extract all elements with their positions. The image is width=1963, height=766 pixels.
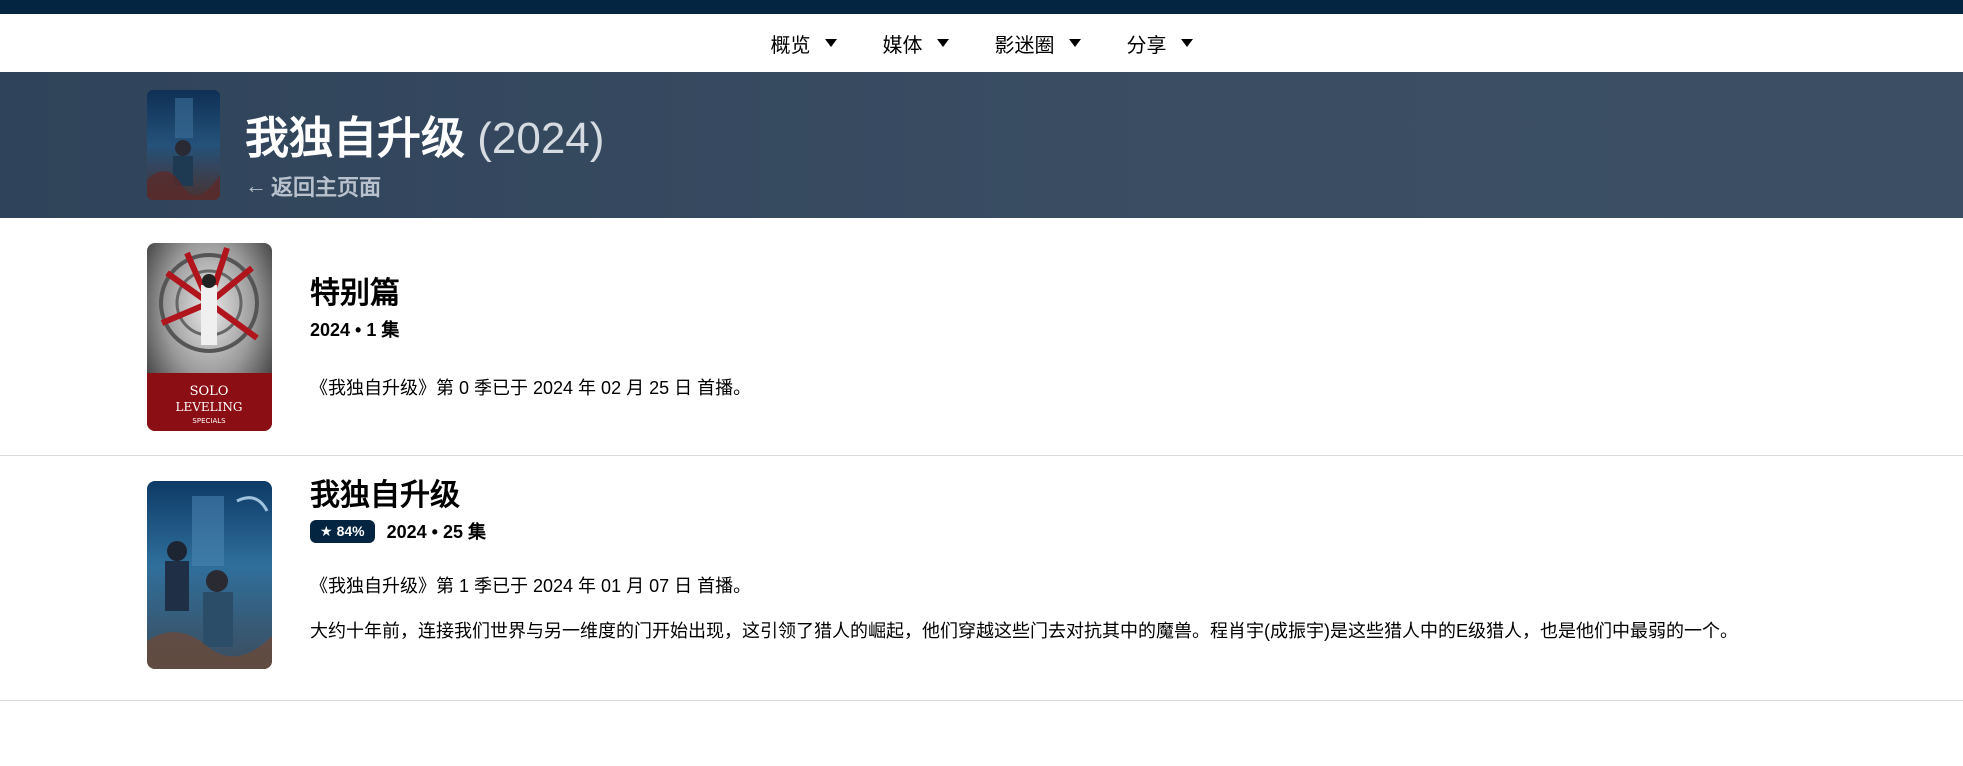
season-year-episodes: 2024 • 25 集	[386, 522, 486, 542]
nav-item-media[interactable]: 媒体	[883, 29, 949, 58]
season-year-episodes: 2024 • 1 集	[310, 320, 400, 340]
caret-down-icon	[1180, 39, 1193, 47]
nav-item-fandom[interactable]: 影迷圈	[995, 29, 1081, 58]
caret-down-icon	[824, 39, 837, 47]
show-title-text: 我独自升级	[245, 114, 465, 163]
back-link-label: 返回主页面	[271, 175, 382, 200]
nav-item-label: 概览	[770, 34, 811, 57]
top-bar	[0, 0, 1963, 14]
season-air-date: 《我独自升级》第 1 季已于 2024 年 01 月 07 日 首播。	[310, 576, 752, 596]
poster-title-line-1: SOLO	[190, 384, 229, 399]
caret-down-icon	[1068, 39, 1081, 47]
season-overview: 大约十年前，连接我们世界与另一维度的门开始出现，这引领了猎人的崛起，他们穿越这些…	[310, 621, 1738, 641]
season-meta: 2024 • 1 集	[310, 316, 751, 342]
season-air-date: 《我独自升级》第 0 季已于 2024 年 02 月 25 日 首播。	[310, 378, 752, 398]
caret-down-icon	[936, 39, 949, 47]
season-title[interactable]: 我独自升级	[310, 478, 1800, 514]
show-title: 我独自升级 (2024)	[245, 102, 604, 166]
back-to-main-link[interactable]: ← 返回主页面	[245, 170, 381, 202]
nav-item-share[interactable]: 分享	[1127, 29, 1193, 58]
arrow-left-icon: ←	[245, 173, 267, 198]
poster-title-line-3: SPECIALS	[192, 417, 226, 425]
nav-item-label: 分享	[1126, 34, 1167, 57]
show-poster-thumbnail[interactable]	[147, 90, 220, 200]
season-poster[interactable]	[147, 481, 272, 669]
show-header: 我独自升级 (2024) ← 返回主页面	[0, 72, 1963, 218]
poster-title-line-2: LEVELING	[176, 400, 243, 414]
rating-badge: ★ 84%	[310, 519, 375, 543]
season-info: 特别篇 2024 • 1 集 《我独自升级》第 0 季已于 2024 年 02 …	[310, 276, 751, 400]
season-card-specials: SOLO LEVELING SPECIALS 特别篇 2024 • 1 集 《我…	[0, 218, 1963, 456]
nav-item-label: 媒体	[882, 34, 923, 57]
season-info: 我独自升级 ★ 84% 2024 • 25 集 《我独自升级》第 1 季已于 2…	[310, 478, 1800, 646]
nav-item-label: 影迷圈	[994, 34, 1055, 57]
star-icon: ★	[320, 522, 333, 539]
rating-value: 84%	[336, 523, 365, 539]
season-poster[interactable]: SOLO LEVELING SPECIALS	[147, 243, 272, 431]
season-title[interactable]: 特别篇	[310, 276, 751, 312]
season-meta: ★ 84% 2024 • 25 集	[310, 518, 1800, 544]
show-year: (2024)	[477, 114, 605, 163]
nav-bar: 概览 媒体 影迷圈 分享	[0, 14, 1963, 72]
nav-item-overview[interactable]: 概览	[771, 29, 837, 58]
season-card-1: 我独自升级 ★ 84% 2024 • 25 集 《我独自升级》第 1 季已于 2…	[0, 456, 1963, 701]
